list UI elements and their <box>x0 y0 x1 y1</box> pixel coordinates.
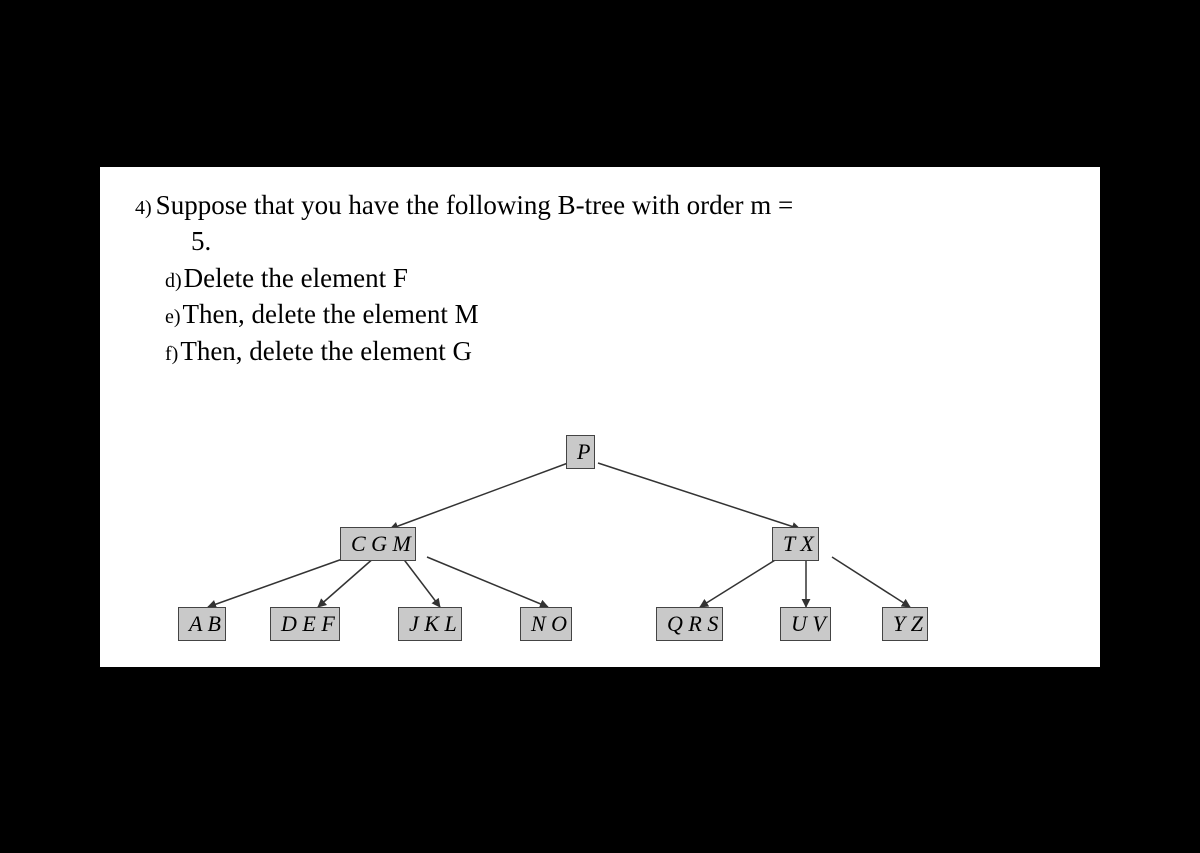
part-text: Then, delete the element M <box>183 299 479 329</box>
btree-diagram: P C G M T X A B D E F J K L N O Q R S U … <box>100 427 1100 667</box>
question-block: 4)Suppose that you have the following B-… <box>135 187 793 369</box>
tree-edges <box>100 427 1100 667</box>
btree-leaf-node: N O <box>520 607 572 641</box>
question-part-e: e)Then, delete the element M <box>165 296 793 332</box>
btree-leaf-node: Q R S <box>656 607 723 641</box>
btree-internal-node: T X <box>772 527 819 561</box>
question-number: 4) <box>135 197 152 219</box>
question-prompt-1: Suppose that you have the following B-tr… <box>156 190 794 220</box>
question-line-1: 4)Suppose that you have the following B-… <box>135 187 793 223</box>
question-part-f: f)Then, delete the element G <box>165 333 793 369</box>
btree-leaf-node: D E F <box>270 607 340 641</box>
document-page: 4)Suppose that you have the following B-… <box>100 167 1100 667</box>
btree-root-node: P <box>566 435 595 469</box>
btree-leaf-node: Y Z <box>882 607 928 641</box>
part-text: Then, delete the element G <box>180 336 472 366</box>
part-label: d) <box>165 270 182 292</box>
btree-leaf-node: J K L <box>398 607 462 641</box>
btree-internal-node: C G M <box>340 527 416 561</box>
btree-leaf-node: U V <box>780 607 831 641</box>
btree-leaf-node: A B <box>178 607 226 641</box>
question-part-d: d)Delete the element F <box>165 260 793 296</box>
part-label: f) <box>165 343 178 365</box>
part-text: Delete the element F <box>184 263 408 293</box>
question-prompt-2: 5. <box>191 223 793 259</box>
part-label: e) <box>165 306 181 328</box>
